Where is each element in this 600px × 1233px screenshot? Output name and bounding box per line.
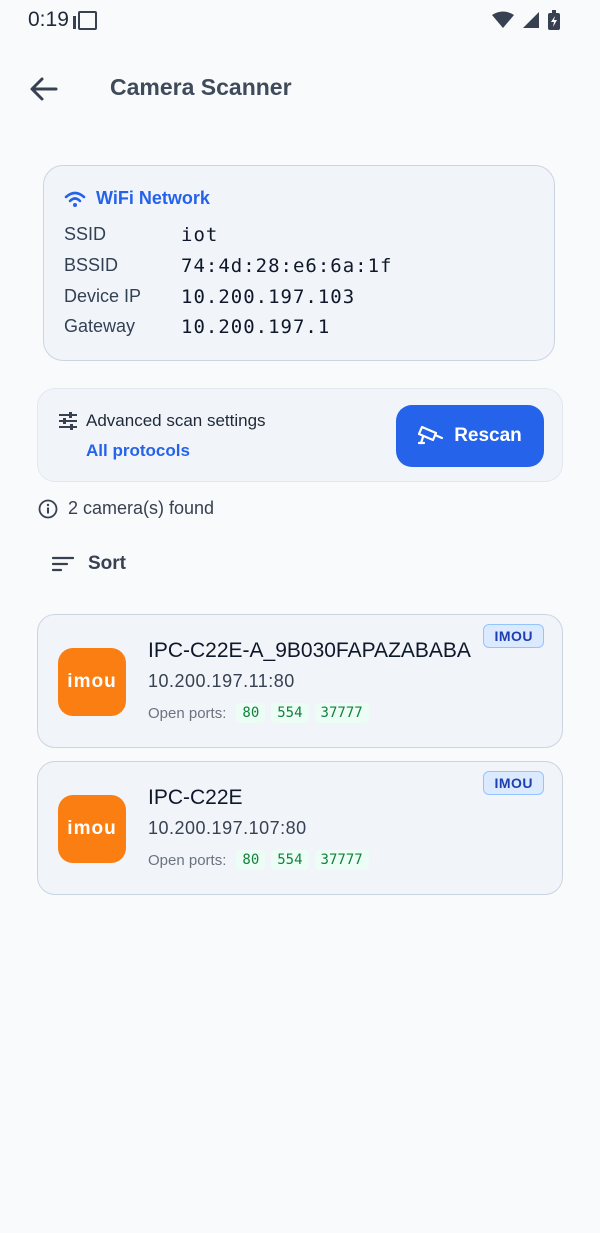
tune-icon	[59, 412, 77, 430]
camera-card[interactable]: imou IPC-C22E 10.200.197.107:80 Open por…	[37, 761, 563, 895]
rescan-label: Rescan	[454, 425, 522, 446]
bssid-row: BSSID 74:4d:28:e6:6a:1f	[64, 255, 392, 277]
page-title: Camera Scanner	[110, 74, 292, 100]
gateway-value: 10.200.197.1	[181, 316, 331, 338]
signal-icon	[523, 12, 539, 28]
imou-logo: imou	[58, 795, 126, 863]
camera-address: 10.200.197.11:80	[148, 671, 295, 691]
screenshot-icon	[73, 11, 97, 30]
port-chip: 80	[236, 850, 266, 870]
gateway-label: Gateway	[64, 316, 136, 336]
imou-logo: imou	[58, 648, 126, 716]
device-ip-row: Device IP 10.200.197.103	[64, 286, 355, 308]
port-chip: 37777	[314, 850, 369, 870]
camera-name: IPC-C22E	[148, 786, 243, 809]
camera-card[interactable]: imou IPC-C22E-A_9B030FAPAZABABA 10.200.1…	[37, 614, 563, 748]
gateway-row: Gateway 10.200.197.1	[64, 316, 330, 338]
brand-badge: IMOU	[483, 624, 544, 648]
ssid-value: iot	[181, 224, 219, 246]
brand-badge: IMOU	[483, 771, 544, 795]
device-ip-value: 10.200.197.103	[181, 286, 356, 308]
wifi-card-header: WiFi Network	[64, 188, 210, 209]
open-ports-label: Open ports:	[148, 851, 227, 869]
sort-icon	[52, 556, 74, 572]
port-chip: 80	[236, 703, 266, 723]
battery-icon	[548, 10, 560, 30]
back-arrow-icon[interactable]	[28, 72, 58, 106]
wifi-card-title: WiFi Network	[96, 188, 210, 208]
status-time: 0:19	[28, 8, 69, 31]
camera-count-row: 2 camera(s) found	[38, 498, 214, 519]
advanced-scan-label-row[interactable]: Advanced scan settings	[58, 411, 266, 431]
wifi-status-icon	[492, 11, 514, 28]
port-chip: 554	[271, 850, 309, 870]
camera-address: 10.200.197.107:80	[148, 818, 307, 838]
bssid-value: 74:4d:28:e6:6a:1f	[181, 255, 393, 277]
camera-name: IPC-C22E-A_9B030FAPAZABABA	[148, 639, 471, 662]
ssid-row: SSID iot	[64, 224, 218, 246]
sort-label: Sort	[88, 553, 126, 574]
device-ip-label: Device IP	[64, 286, 142, 306]
bssid-label: BSSID	[64, 255, 119, 275]
wifi-icon	[64, 191, 86, 207]
status-icons	[492, 10, 560, 30]
sort-button[interactable]: Sort	[52, 553, 126, 575]
open-ports-label: Open ports:	[148, 704, 227, 722]
open-ports-row: Open ports: 80 554 37777	[148, 703, 369, 723]
wifi-network-card: WiFi Network SSID iot BSSID 74:4d:28:e6:…	[43, 165, 555, 361]
cctv-camera-icon	[418, 425, 444, 445]
camera-count-text: 2 camera(s) found	[68, 498, 215, 518]
rescan-button[interactable]: Rescan	[396, 405, 544, 467]
port-chip: 554	[271, 703, 309, 723]
ssid-label: SSID	[64, 224, 107, 244]
open-ports-row: Open ports: 80 554 37777	[148, 850, 369, 870]
advanced-scan-card[interactable]: Advanced scan settings All protocols Res…	[37, 388, 563, 482]
protocols-value[interactable]: All protocols	[86, 441, 190, 461]
advanced-scan-label: Advanced scan settings	[86, 411, 266, 430]
port-chip: 37777	[314, 703, 369, 723]
info-icon	[38, 499, 58, 518]
